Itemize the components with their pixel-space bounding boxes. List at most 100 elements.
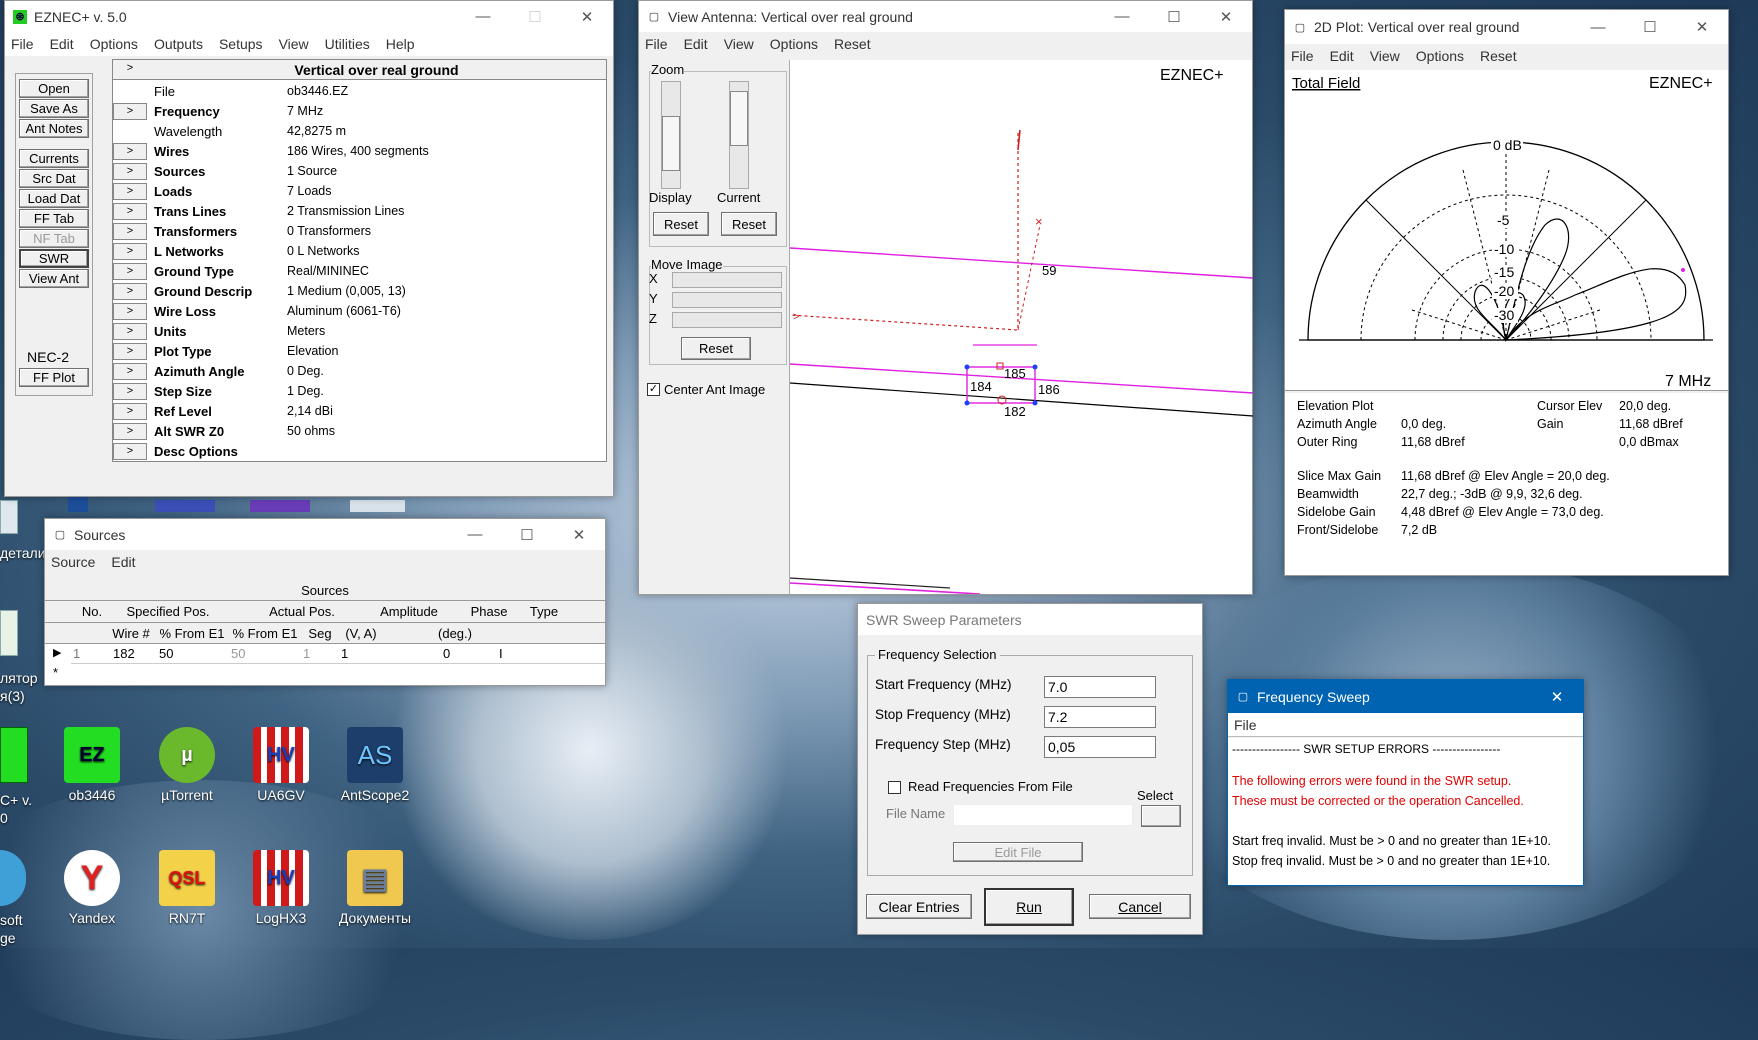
ff-tab-button[interactable]: FF Tab bbox=[19, 209, 89, 228]
minimize-icon[interactable]: — bbox=[457, 1, 509, 32]
menu-setups[interactable]: Setups bbox=[219, 36, 263, 52]
close-icon[interactable]: ✕ bbox=[1531, 681, 1583, 712]
ant-notes-button[interactable]: Ant Notes bbox=[19, 119, 89, 138]
desktop-icon-utorrent[interactable]: µ µTorrent bbox=[142, 727, 232, 803]
clear-entries-button[interactable]: Clear Entries bbox=[866, 894, 972, 919]
maximize-icon[interactable]: ☐ bbox=[501, 519, 553, 550]
display-zoom-thumb[interactable] bbox=[662, 116, 680, 171]
expand-arrow-icon[interactable]: > bbox=[113, 142, 147, 160]
minimize-icon[interactable]: — bbox=[449, 519, 501, 550]
summary-row[interactable]: > Plot Type Elevation bbox=[113, 342, 606, 360]
menu-outputs[interactable]: Outputs bbox=[154, 36, 203, 52]
menu-view[interactable]: View bbox=[279, 36, 309, 52]
summary-row[interactable]: > Alt SWR Z0 50 ohms bbox=[113, 422, 606, 440]
expand-arrow-icon[interactable]: > bbox=[113, 182, 147, 200]
menu-options[interactable]: Options bbox=[770, 36, 818, 52]
expand-arrow-icon[interactable]: > bbox=[113, 242, 147, 260]
expand-arrow-icon[interactable]: > bbox=[113, 382, 147, 400]
save-as-button[interactable]: Save As bbox=[19, 99, 89, 118]
summary-row[interactable]: > Sources 1 Source bbox=[113, 162, 606, 180]
menu-view[interactable]: View bbox=[724, 36, 754, 52]
menu-file[interactable]: File bbox=[1291, 48, 1314, 64]
expand-arrow-icon[interactable]: > bbox=[113, 222, 147, 240]
summary-row[interactable]: > Trans Lines 2 Transmission Lines bbox=[113, 202, 606, 220]
menu-edit[interactable]: Edit bbox=[684, 36, 708, 52]
current-reset-button[interactable]: Reset bbox=[721, 212, 777, 236]
move-reset-button[interactable]: Reset bbox=[681, 337, 751, 360]
expand-arrow-icon[interactable]: > bbox=[113, 442, 147, 460]
summary-row[interactable]: > Wires 186 Wires, 400 segments bbox=[113, 142, 606, 160]
summary-row[interactable]: File ob3446.EZ bbox=[113, 82, 606, 100]
summary-row[interactable]: > Transformers 0 Transformers bbox=[113, 222, 606, 240]
cell-pct-spec[interactable]: 50 bbox=[159, 646, 173, 661]
expand-arrow-icon[interactable]: > bbox=[113, 202, 147, 220]
menu-reset[interactable]: Reset bbox=[1480, 48, 1517, 64]
menu-help[interactable]: Help bbox=[386, 36, 415, 52]
open-button[interactable]: Open bbox=[19, 79, 89, 98]
expand-arrow-icon[interactable]: > bbox=[113, 362, 147, 380]
current-zoom-thumb[interactable] bbox=[730, 91, 748, 146]
swr-button[interactable]: SWR bbox=[19, 249, 89, 268]
maximize-icon[interactable]: ☐ bbox=[1624, 12, 1676, 43]
expand-arrow-icon[interactable]: > bbox=[113, 322, 147, 340]
load-dat-button[interactable]: Load Dat bbox=[19, 189, 89, 208]
cancel-button[interactable]: Cancel bbox=[1089, 894, 1191, 919]
expand-arrow-icon[interactable]: > bbox=[113, 302, 147, 320]
src-dat-button[interactable]: Src Dat bbox=[19, 169, 89, 188]
x-scrollbar[interactable] bbox=[672, 272, 782, 288]
menu-edit[interactable]: Edit bbox=[111, 554, 135, 570]
minimize-icon[interactable]: — bbox=[1572, 12, 1624, 43]
summary-row[interactable]: > Step Size 1 Deg. bbox=[113, 382, 606, 400]
cell-type[interactable]: I bbox=[499, 646, 503, 661]
summary-row[interactable]: > Loads 7 Loads bbox=[113, 182, 606, 200]
summary-row[interactable]: > Azimuth Angle 0 Deg. bbox=[113, 362, 606, 380]
minimize-icon[interactable]: — bbox=[1096, 1, 1148, 32]
display-reset-button[interactable]: Reset bbox=[653, 212, 709, 236]
maximize-icon[interactable]: ☐ bbox=[1148, 1, 1200, 32]
desktop-icon-rn7t[interactable]: QSL RN7T bbox=[142, 850, 232, 926]
cell-wire[interactable]: 182 bbox=[113, 646, 135, 661]
expand-arrow-icon[interactable]: > bbox=[113, 102, 147, 120]
header-arrow[interactable]: > bbox=[113, 61, 147, 78]
desktop-icon-ua6gv[interactable]: HV UA6GV bbox=[236, 727, 326, 803]
menu-options[interactable]: Options bbox=[90, 36, 138, 52]
polar-plot-area[interactable]: Total Field EZNEC+ 7 MHz 0 dB -5 -10 -15… bbox=[1285, 70, 1728, 391]
summary-row[interactable]: > Ground Descrip 1 Medium (0,005, 13) bbox=[113, 282, 606, 300]
menu-utilities[interactable]: Utilities bbox=[325, 36, 370, 52]
read-from-file-checkbox[interactable] bbox=[888, 781, 901, 794]
antenna-view-canvas[interactable]: × > 59 185 184 186 182 EZNEC+ bbox=[789, 60, 1254, 595]
view-ant-button[interactable]: View Ant bbox=[19, 269, 89, 288]
close-icon[interactable]: ✕ bbox=[1200, 1, 1252, 32]
menu-edit[interactable]: Edit bbox=[50, 36, 74, 52]
summary-row[interactable]: > Units Meters bbox=[113, 322, 606, 340]
cell-no[interactable]: 1 bbox=[73, 646, 80, 661]
desktop-icon-antscope2[interactable]: AS AntScope2 bbox=[330, 727, 420, 803]
center-ant-checkbox[interactable]: ✓ bbox=[647, 383, 660, 396]
menu-source[interactable]: Source bbox=[51, 554, 95, 570]
menu-file[interactable]: File bbox=[645, 36, 668, 52]
menu-options[interactable]: Options bbox=[1416, 48, 1464, 64]
summary-row[interactable]: > Ground Type Real/MININEC bbox=[113, 262, 606, 280]
start-frequency-input[interactable]: 7.0 bbox=[1044, 676, 1156, 698]
y-scrollbar[interactable] bbox=[672, 292, 782, 308]
desktop-icon-loghx3[interactable]: HV LogHX3 bbox=[236, 850, 326, 926]
expand-arrow-icon[interactable]: > bbox=[113, 282, 147, 300]
menu-reset[interactable]: Reset bbox=[834, 36, 871, 52]
run-button[interactable]: Run bbox=[984, 888, 1074, 926]
menu-file[interactable]: File bbox=[1234, 717, 1257, 733]
expand-arrow-icon[interactable]: > bbox=[113, 342, 147, 360]
expand-arrow-icon[interactable]: > bbox=[113, 422, 147, 440]
row-selector-icon[interactable]: ▶ bbox=[53, 646, 61, 659]
menu-file[interactable]: File bbox=[11, 36, 34, 52]
ff-plot-button[interactable]: FF Plot bbox=[19, 368, 89, 387]
z-scrollbar[interactable] bbox=[672, 312, 782, 328]
expand-arrow-icon[interactable]: > bbox=[113, 162, 147, 180]
close-icon[interactable]: ✕ bbox=[1676, 12, 1728, 43]
table-row[interactable]: 1 182 50 50 1 1 0 I bbox=[71, 644, 605, 664]
summary-row[interactable]: > L Networks 0 L Networks bbox=[113, 242, 606, 260]
expand-arrow-icon[interactable]: > bbox=[113, 402, 147, 420]
stop-frequency-input[interactable]: 7.2 bbox=[1044, 706, 1156, 728]
close-icon[interactable]: ✕ bbox=[553, 519, 605, 550]
cell-amplitude[interactable]: 1 bbox=[341, 646, 348, 661]
desktop-icon-ob3446[interactable]: EZ ob3446 bbox=[47, 727, 137, 803]
